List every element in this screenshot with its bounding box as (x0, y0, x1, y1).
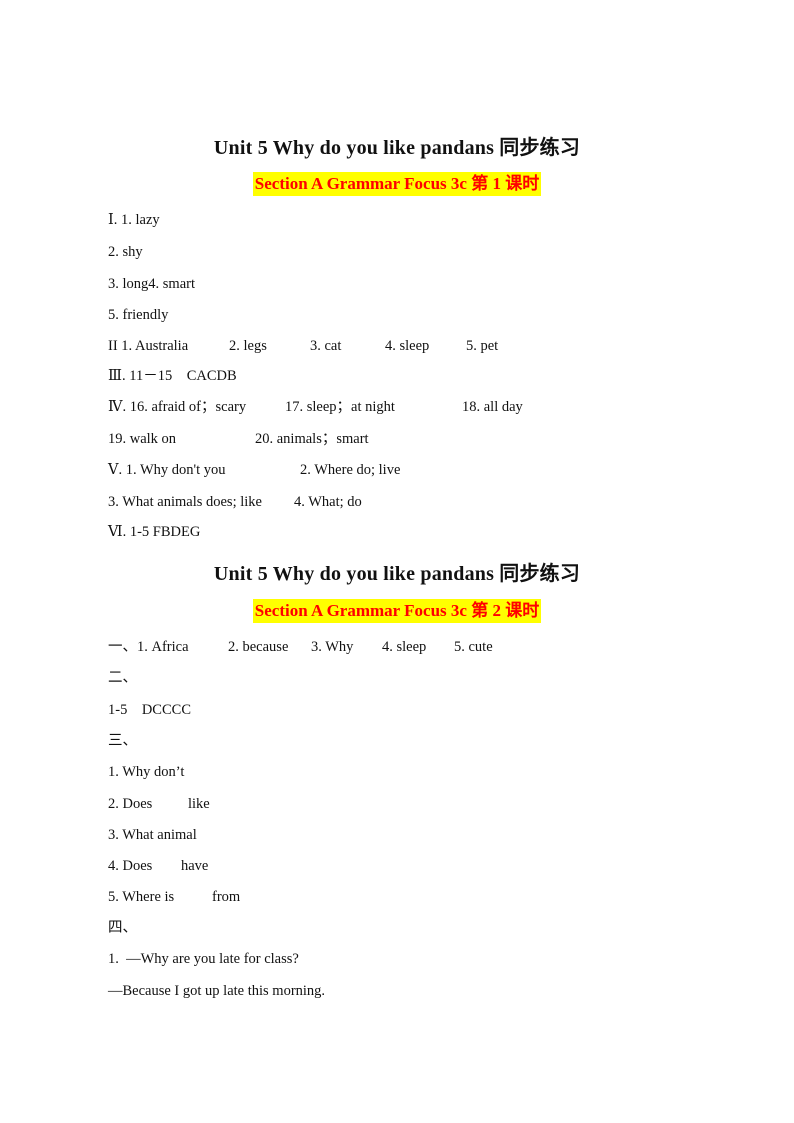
answer-item: Ⅴ. 1. Why don't you (108, 462, 226, 478)
section-2-title: Unit 5 Why do you like pandans 同步练习 (213, 563, 581, 585)
answer-line: 1-5 DCCCC (108, 702, 191, 718)
answer-item: 2. Where do; live (300, 462, 401, 478)
answer-line: 3. long4. smart (108, 276, 195, 292)
answer-line: 1. —Why are you late for class? (108, 951, 299, 967)
answer-line: 四、 (108, 920, 137, 936)
answer-item: 5. pet (466, 338, 499, 354)
answer-item: like (188, 796, 210, 812)
answer-line: 5. friendly (108, 307, 169, 323)
answer-item: 17. sleep；at night (285, 399, 395, 415)
answer-line: 二、 (108, 670, 137, 686)
answer-item: 3. Why (311, 639, 354, 655)
answer-line: 2. shy (108, 244, 143, 260)
answer-line: Ⅲ. 11－15 CACDB (108, 368, 237, 384)
section-1-subtitle: Section A Grammar Focus 3c 第 1 课时 (252, 172, 542, 196)
answer-item: 19. walk on (108, 431, 177, 447)
answer-item: have (181, 858, 209, 874)
answer-line: 5. Where is from (108, 888, 708, 906)
answer-line: 4. Does have (108, 857, 708, 875)
answer-line: 1. Why don’t (108, 764, 185, 780)
answer-line: 三、 (108, 733, 137, 749)
answer-item: 20. animals；smart (255, 431, 369, 447)
answer-item: Ⅳ. 16. afraid of；scary (108, 399, 247, 415)
answer-item: 18. all day (462, 399, 523, 415)
answer-line: 3. What animals does; like 4. What; do (108, 493, 708, 511)
answer-line: Ⅵ. 1-5 FBDEG (108, 524, 201, 540)
answer-item: 4. sleep (385, 338, 430, 354)
answer-item: 4. What; do (294, 494, 362, 510)
answer-line: 19. walk on 20. animals；smart (108, 430, 708, 448)
answer-line: 一、1. Africa 2. because 3. Why 4. sleep 5… (108, 638, 708, 656)
answer-item: 3. cat (310, 338, 342, 354)
answer-item: 4. Does (108, 858, 153, 874)
answer-line: 2. Does like (108, 795, 708, 813)
answer-item: from (212, 889, 241, 905)
answer-item: 5. Where is (108, 889, 175, 905)
section-2-subtitle: Section A Grammar Focus 3c 第 2 课时 (252, 599, 542, 623)
section-1-title: Unit 5 Why do you like pandans 同步练习 (213, 137, 581, 159)
answer-item: 2. Does (108, 796, 153, 812)
answer-line: Ⅴ. 1. Why don't you 2. Where do; live (108, 461, 708, 479)
answer-item: 4. sleep (382, 639, 427, 655)
answer-item: 5. cute (454, 639, 493, 655)
answer-item: 2. legs (229, 338, 267, 354)
answer-item: II 1. Australia (108, 338, 189, 354)
answer-item: 一、1. Africa (108, 639, 189, 655)
answer-item: 3. What animals does; like (108, 494, 262, 510)
answer-line: Ⅳ. 16. afraid of；scary 17. sleep；at nigh… (108, 398, 708, 416)
document-page: Unit 5 Why do you like pandans 同步练习 Sect… (0, 0, 794, 1123)
answer-line: Ⅰ. 1. lazy (108, 212, 160, 228)
answer-item: 2. because (228, 639, 289, 655)
answer-line: 3. What animal (108, 827, 197, 843)
answer-line: II 1. Australia 2. legs 3. cat 4. sleep … (108, 337, 708, 355)
answer-line: —Because I got up late this morning. (108, 983, 326, 999)
